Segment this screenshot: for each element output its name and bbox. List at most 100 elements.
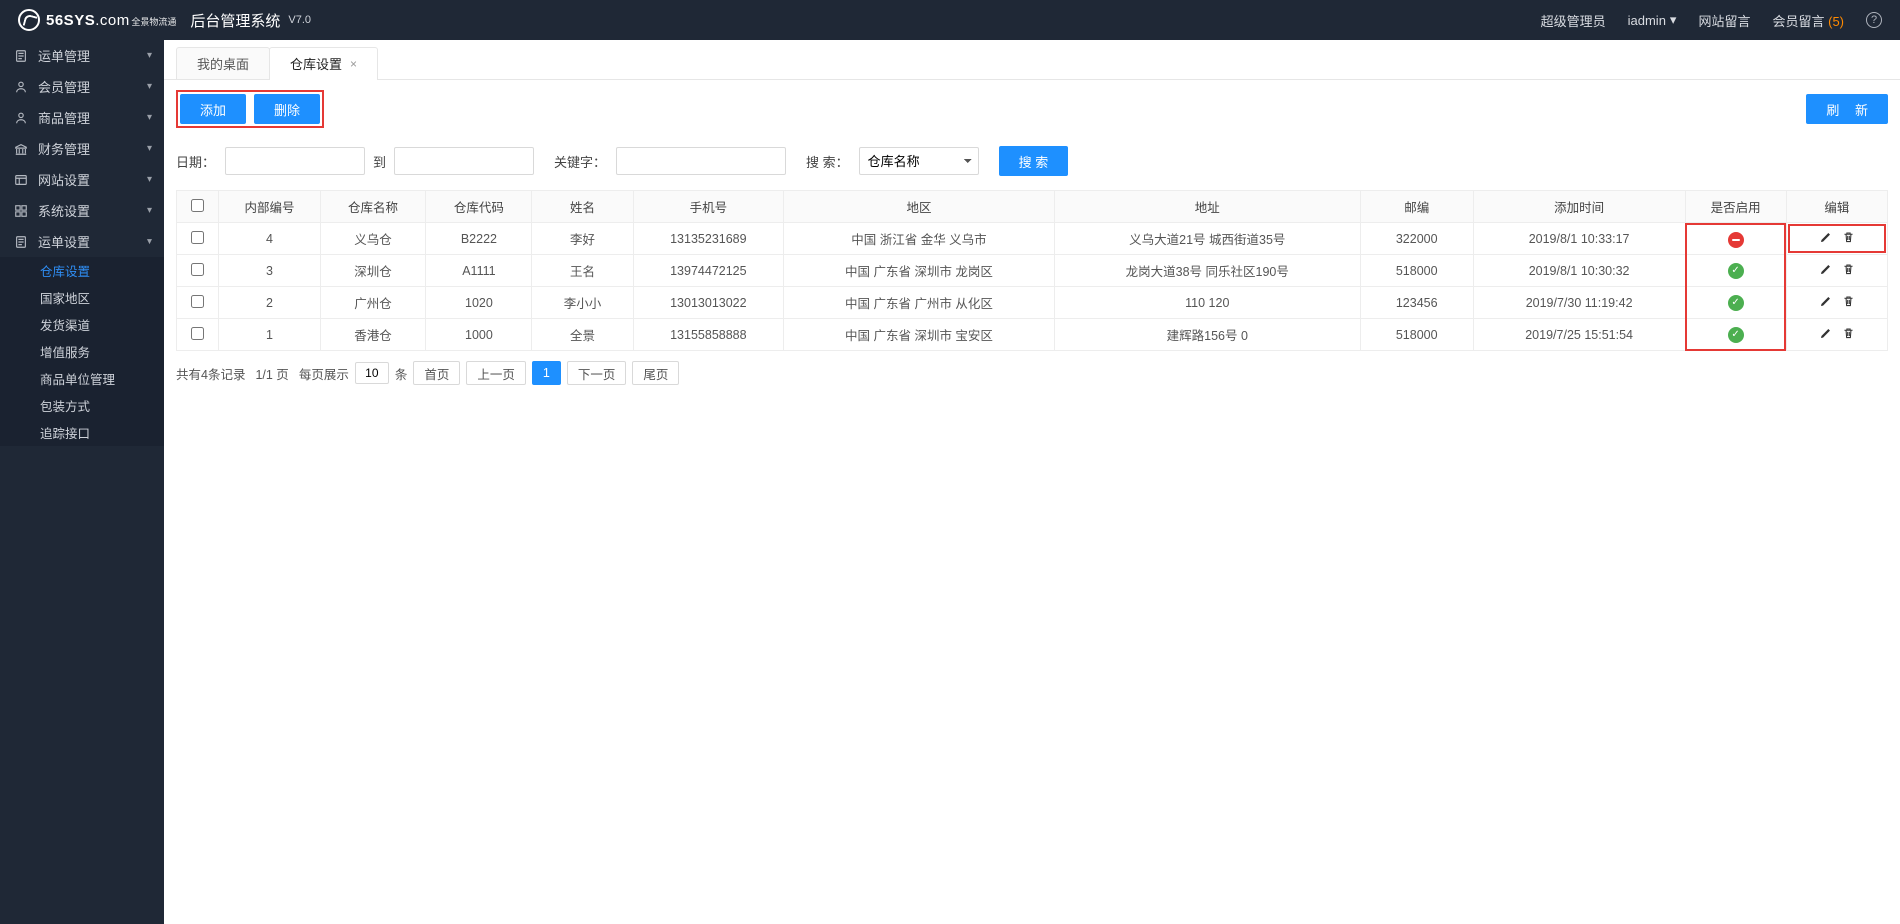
doc-icon	[14, 235, 28, 249]
check-circle-icon[interactable]	[1728, 263, 1744, 279]
add-button[interactable]: 添加	[180, 94, 246, 124]
cell-region: 中国 浙江省 金华 义乌市	[784, 223, 1055, 255]
sidebar-item-0[interactable]: 运单管理	[0, 40, 164, 71]
chevron-icon	[147, 174, 152, 185]
doc-icon	[14, 49, 28, 63]
cell-zip: 518000	[1360, 255, 1473, 287]
close-icon[interactable]: ×	[350, 57, 357, 71]
sidebar-item-label: 商品管理	[38, 108, 90, 127]
chevron-icon	[147, 205, 152, 216]
cell-phone: 13155858888	[633, 319, 784, 351]
table-row: 3 深圳仓 A1111 王名 13974472125 中国 广东省 深圳市 龙岗…	[177, 255, 1888, 287]
sidebar-subitem-0[interactable]: 仓库设置	[0, 257, 164, 284]
next-page-button[interactable]: 下一页	[567, 361, 627, 385]
sidebar-subitem-5[interactable]: 包装方式	[0, 392, 164, 419]
refresh-button[interactable]: 刷 新	[1806, 94, 1888, 124]
app-header: 56SYS.com 全景物流通 后台管理系统 V7.0 超级管理员 iadmin…	[0, 0, 1900, 40]
cell-address: 110 120	[1054, 287, 1360, 319]
table-row: 1 香港仓 1000 全景 13155858888 中国 广东省 深圳市 宝安区…	[177, 319, 1888, 351]
cell-zip: 322000	[1360, 223, 1473, 255]
th-enabled: 是否启用	[1685, 191, 1786, 223]
cell-edit	[1786, 287, 1887, 319]
cell-person: 全景	[532, 319, 633, 351]
sidebar-item-5[interactable]: 系统设置	[0, 195, 164, 226]
cell-zip: 123456	[1360, 287, 1473, 319]
trash-icon[interactable]	[1842, 263, 1855, 276]
search-row: 日期： 到 关键字： 搜 索： 仓库名称 搜 索	[164, 128, 1900, 190]
sidebar-item-3[interactable]: 财务管理	[0, 133, 164, 164]
edit-icon[interactable]	[1819, 263, 1832, 276]
keyword-input[interactable]	[616, 147, 786, 175]
search-field-label: 搜 索：	[806, 152, 849, 171]
page-1-button[interactable]: 1	[532, 361, 561, 385]
trash-icon[interactable]	[1842, 231, 1855, 244]
select-all-checkbox[interactable]	[191, 199, 204, 212]
chevron-down-icon	[1670, 12, 1677, 28]
logo-domain: .com	[95, 12, 130, 29]
user-menu[interactable]: iadmin	[1628, 12, 1677, 28]
cell-address: 义乌大道21号 城西街道35号	[1054, 223, 1360, 255]
tab-bar: 我的桌面 仓库设置 ×	[164, 40, 1900, 80]
cell-region: 中国 广东省 深圳市 宝安区	[784, 319, 1055, 351]
cell-id: 4	[219, 223, 320, 255]
check-circle-icon[interactable]	[1728, 327, 1744, 343]
th-zip: 邮编	[1360, 191, 1473, 223]
site-messages-link[interactable]: 网站留言	[1698, 11, 1750, 30]
sidebar-item-2[interactable]: 商品管理	[0, 102, 164, 133]
pager-perpage-b: 条	[395, 364, 408, 383]
tab-label: 仓库设置	[290, 54, 342, 73]
sidebar-subitem-6[interactable]: 追踪接口	[0, 419, 164, 446]
row-checkbox[interactable]	[191, 263, 204, 276]
edit-icon[interactable]	[1819, 295, 1832, 308]
search-field-select[interactable]: 仓库名称	[859, 147, 979, 175]
trash-icon[interactable]	[1842, 295, 1855, 308]
sidebar-subitem-1[interactable]: 国家地区	[0, 284, 164, 311]
sidebar-item-4[interactable]: 网站设置	[0, 164, 164, 195]
last-page-button[interactable]: 尾页	[632, 361, 679, 385]
sidebar-item-label: 网站设置	[38, 170, 90, 189]
cell-enabled	[1685, 287, 1786, 319]
sidebar-submenu: 仓库设置国家地区发货渠道增值服务商品单位管理包装方式追踪接口	[0, 257, 164, 446]
cell-name: 广州仓	[320, 287, 426, 319]
date-from-input[interactable]	[225, 147, 365, 175]
cell-phone: 13135231689	[633, 223, 784, 255]
user-name: iadmin	[1628, 13, 1666, 28]
cell-enabled	[1685, 255, 1786, 287]
th-address: 地址	[1054, 191, 1360, 223]
help-icon[interactable]: ?	[1866, 12, 1882, 28]
prev-page-button[interactable]: 上一页	[466, 361, 526, 385]
tab-1[interactable]: 仓库设置 ×	[269, 47, 378, 79]
sidebar-subitem-2[interactable]: 发货渠道	[0, 311, 164, 338]
row-checkbox[interactable]	[191, 327, 204, 340]
check-circle-icon[interactable]	[1728, 295, 1744, 311]
delete-button[interactable]: 删除	[254, 94, 320, 124]
sidebar-subitem-3[interactable]: 增值服务	[0, 338, 164, 365]
pager-pages: 1/1 页	[255, 364, 288, 383]
row-checkbox[interactable]	[191, 295, 204, 308]
sidebar-item-1[interactable]: 会员管理	[0, 71, 164, 102]
cell-address: 龙岗大道38号 同乐社区190号	[1054, 255, 1360, 287]
chevron-icon	[147, 81, 152, 92]
trash-icon[interactable]	[1842, 327, 1855, 340]
search-button[interactable]: 搜 索	[999, 146, 1069, 176]
cell-enabled	[1685, 319, 1786, 351]
per-page-input[interactable]	[355, 362, 389, 384]
header-right: 超级管理员 iadmin 网站留言 会员留言 (5) ?	[1541, 11, 1882, 30]
sidebar-subitem-4[interactable]: 商品单位管理	[0, 365, 164, 392]
cell-enabled	[1685, 223, 1786, 255]
cell-region: 中国 广东省 广州市 从化区	[784, 287, 1055, 319]
date-to-input[interactable]	[394, 147, 534, 175]
sidebar-item-6[interactable]: 运单设置	[0, 226, 164, 257]
cell-time: 2019/7/30 11:19:42	[1473, 287, 1685, 319]
member-messages-link[interactable]: 会员留言 (5)	[1772, 11, 1844, 30]
sidebar-item-label: 系统设置	[38, 201, 90, 220]
user-icon	[14, 80, 28, 94]
ban-circle-icon[interactable]	[1728, 232, 1744, 248]
chevron-icon	[147, 50, 152, 61]
edit-icon[interactable]	[1819, 327, 1832, 340]
row-checkbox[interactable]	[191, 231, 204, 244]
tab-0[interactable]: 我的桌面	[176, 47, 270, 79]
cell-edit	[1786, 223, 1887, 255]
first-page-button[interactable]: 首页	[413, 361, 460, 385]
edit-icon[interactable]	[1819, 231, 1832, 244]
